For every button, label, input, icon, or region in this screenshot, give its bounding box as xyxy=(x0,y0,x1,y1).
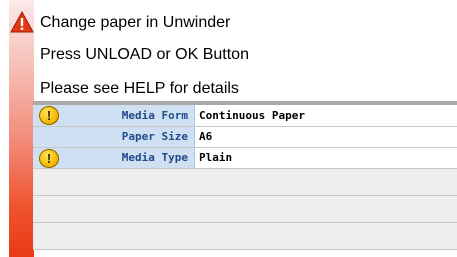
empty-cell xyxy=(33,195,457,223)
empty-cell xyxy=(33,222,457,250)
setting-value: Continuous Paper xyxy=(194,105,457,127)
empty-cell xyxy=(33,168,457,196)
alert-message-line-2: Press UNLOAD or OK Button xyxy=(40,46,249,63)
exclamation-circle-icon: ! xyxy=(39,148,59,168)
icon-cell: ! xyxy=(33,147,63,169)
icon-cell xyxy=(33,126,63,148)
table-row-empty xyxy=(33,168,457,196)
setting-label: Paper Size xyxy=(63,126,195,148)
table-row-empty xyxy=(33,222,457,250)
setting-label: Media Form xyxy=(63,105,195,127)
setting-value: A6 xyxy=(194,126,457,148)
alert-message-line-1: Change paper in Unwinder xyxy=(40,14,231,31)
setting-value: Plain xyxy=(194,147,457,169)
alert-message-line-3: Please see HELP for details xyxy=(40,80,239,97)
setting-label: Media Type xyxy=(63,147,195,169)
settings-table: ! Media Form Continuous Paper Paper Size… xyxy=(33,105,457,250)
alert-gradient-bar xyxy=(9,0,34,257)
table-row-media-type[interactable]: ! Media Type Plain xyxy=(33,147,457,169)
table-row-media-form[interactable]: ! Media Form Continuous Paper xyxy=(33,105,457,127)
table-row-paper-size[interactable]: Paper Size A6 xyxy=(33,126,457,148)
warning-triangle-icon xyxy=(10,11,34,33)
icon-cell: ! xyxy=(33,105,63,127)
exclamation-circle-icon: ! xyxy=(39,106,59,125)
table-row-empty xyxy=(33,195,457,223)
